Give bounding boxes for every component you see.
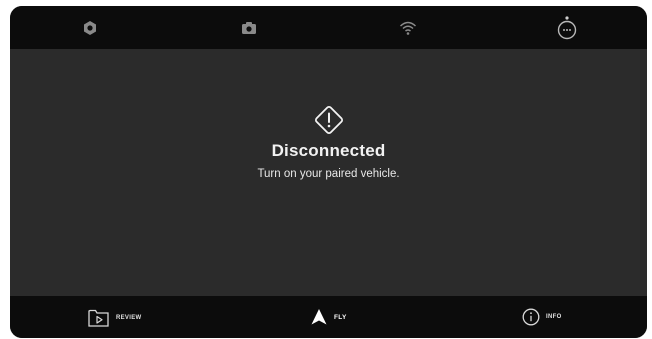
status-title: Disconnected — [271, 141, 386, 160]
nav-review-label: REVIEW — [116, 315, 142, 321]
app-window: Disconnected Turn on your paired vehicle… — [10, 6, 647, 338]
nav-review-button[interactable]: REVIEW — [88, 308, 141, 328]
vehicle-status-icon — [558, 15, 577, 39]
camera-button[interactable] — [219, 6, 279, 49]
top-toolbar — [10, 6, 647, 49]
warning-diamond-icon — [314, 105, 343, 135]
nav-fly-button[interactable]: FLY — [310, 308, 347, 326]
status-message: Turn on your paired vehicle. — [257, 168, 400, 180]
nav-fly-label: FLY — [334, 313, 347, 321]
review-folder-play-icon — [88, 309, 109, 327]
wifi-icon — [400, 21, 417, 35]
wifi-button[interactable] — [378, 6, 438, 49]
nav-info-label: INFO — [546, 314, 562, 320]
connection-status-panel: Disconnected Turn on your paired vehicle… — [10, 49, 647, 296]
fly-arrow-icon — [311, 309, 327, 325]
nav-info-button[interactable]: INFO — [522, 308, 562, 326]
hexagon-settings-icon — [83, 20, 96, 35]
camera-icon — [241, 21, 256, 34]
info-icon — [522, 308, 540, 326]
settings-button[interactable] — [60, 6, 120, 49]
vehicle-status-button[interactable] — [537, 6, 597, 49]
bottom-navigation: REVIEW FLY INFO — [10, 296, 647, 338]
